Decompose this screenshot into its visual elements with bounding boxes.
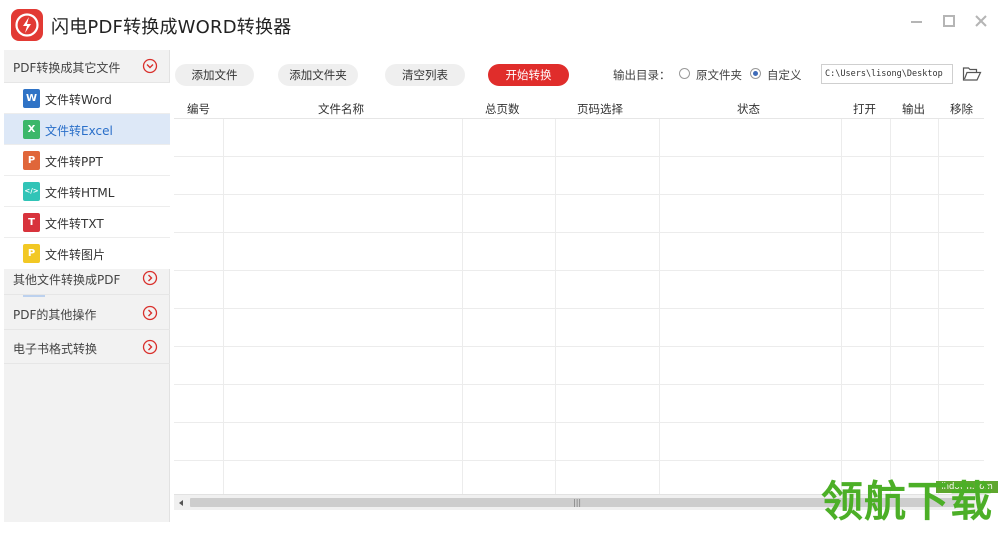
toolbar: 添加文件 添加文件夹 清空列表 开始转换 输出目录： 原文件夹 自定义 C:\U… — [170, 50, 1000, 98]
grid-line — [938, 119, 939, 494]
column-header-filename: 文件名称 — [318, 102, 364, 116]
scroll-left-arrow-icon[interactable] — [176, 498, 186, 508]
radio-custom-folder[interactable] — [750, 68, 761, 79]
grid-line — [174, 194, 984, 195]
image-file-icon: P — [23, 244, 40, 263]
sidebar-item-label: 文件转Word — [45, 93, 112, 107]
excel-file-icon: X — [23, 120, 40, 139]
category-other-to-pdf[interactable]: 其他文件转换成PDF — [4, 262, 170, 295]
scroll-grip-icon: ||| — [573, 498, 582, 507]
column-header-output: 输出 — [902, 102, 925, 116]
sidebar-item-label: 文件转Excel — [45, 124, 113, 138]
column-header-remove: 移除 — [950, 102, 973, 116]
grid-line — [659, 119, 660, 494]
close-button[interactable] — [970, 10, 992, 32]
title-bar: 闪电PDF转换成WORD转换器 — [0, 0, 1000, 50]
sidebar-item-label: 文件转PPT — [45, 155, 103, 169]
grid-line — [555, 119, 556, 494]
grid-line — [890, 119, 891, 494]
output-directory-label: 输出目录： — [613, 68, 671, 82]
app-logo-icon — [11, 9, 43, 41]
add-folder-button[interactable]: 添加文件夹 — [278, 64, 358, 86]
ppt-file-icon: P — [23, 151, 40, 170]
radio-original-folder[interactable] — [679, 68, 690, 79]
minimize-button[interactable] — [906, 10, 928, 32]
word-file-icon: W — [23, 89, 40, 108]
sidebar-item-html[interactable]: </> 文件转HTML — [4, 176, 170, 207]
clear-list-button[interactable]: 清空列表 — [385, 64, 465, 86]
category-pdf-other-ops[interactable]: PDF的其他操作 — [4, 297, 170, 330]
grid-line — [223, 119, 224, 494]
html-file-icon: </> — [23, 182, 40, 201]
sidebar-item-txt[interactable]: T 文件转TXT — [4, 207, 170, 238]
start-convert-button[interactable]: 开始转换 — [488, 64, 569, 86]
maximize-button[interactable] — [938, 10, 960, 32]
grid-line — [174, 346, 984, 347]
chevron-right-icon — [142, 339, 158, 355]
grid-line — [174, 156, 984, 157]
sidebar-item-label: 文件转图片 — [45, 248, 106, 262]
column-header-open: 打开 — [853, 102, 876, 116]
category-label: 电子书格式转换 — [13, 342, 98, 356]
sidebar-item-word[interactable]: W 文件转Word — [4, 83, 170, 114]
grid-line — [174, 308, 984, 309]
window-title: 闪电PDF转换成WORD转换器 — [51, 17, 292, 38]
chevron-right-icon — [142, 305, 158, 321]
category-label: 其他文件转换成PDF — [13, 273, 121, 287]
grid-line — [462, 119, 463, 494]
radio-custom-label: 自定义 — [767, 68, 802, 82]
grid-line — [174, 232, 984, 233]
sidebar: PDF转换成其它文件 W 文件转Word X 文件转Excel P 文件转PPT… — [4, 50, 170, 522]
grid-line — [174, 270, 984, 271]
grid-line — [841, 119, 842, 494]
chevron-right-icon — [142, 270, 158, 286]
column-header-number: 编号 — [187, 102, 210, 116]
radio-original-label: 原文件夹 — [696, 68, 742, 82]
sidebar-item-excel[interactable]: X 文件转Excel — [4, 114, 170, 145]
table-header: 编号 文件名称 总页数 页码选择 状态 打开 输出 移除 — [174, 98, 984, 119]
category-label: PDF的其他操作 — [13, 308, 97, 322]
grid-line — [174, 384, 984, 385]
add-file-button[interactable]: 添加文件 — [175, 64, 254, 86]
category-pdf-to-other[interactable]: PDF转换成其它文件 — [4, 50, 170, 83]
category-label: PDF转换成其它文件 — [13, 61, 121, 75]
output-path-input[interactable]: C:\Users\lisong\Desktop — [821, 64, 953, 84]
grid-line — [174, 422, 984, 423]
txt-file-icon: T — [23, 213, 40, 232]
column-header-page-select: 页码选择 — [577, 102, 623, 116]
grid-line — [174, 460, 984, 461]
sidebar-item-ppt[interactable]: P 文件转PPT — [4, 145, 170, 176]
column-header-total-pages: 总页数 — [485, 102, 520, 116]
chevron-down-icon — [142, 58, 158, 74]
folder-open-icon[interactable] — [962, 65, 982, 83]
sidebar-item-label: 文件转TXT — [45, 217, 104, 231]
sidebar-item-label: 文件转HTML — [45, 186, 115, 200]
column-header-status: 状态 — [737, 102, 760, 116]
watermark-logo: 领航下载 — [821, 477, 994, 526]
category-ebook-convert[interactable]: 电子书格式转换 — [4, 331, 170, 364]
file-table: 编号 文件名称 总页数 页码选择 状态 打开 输出 移除 — [174, 98, 984, 494]
